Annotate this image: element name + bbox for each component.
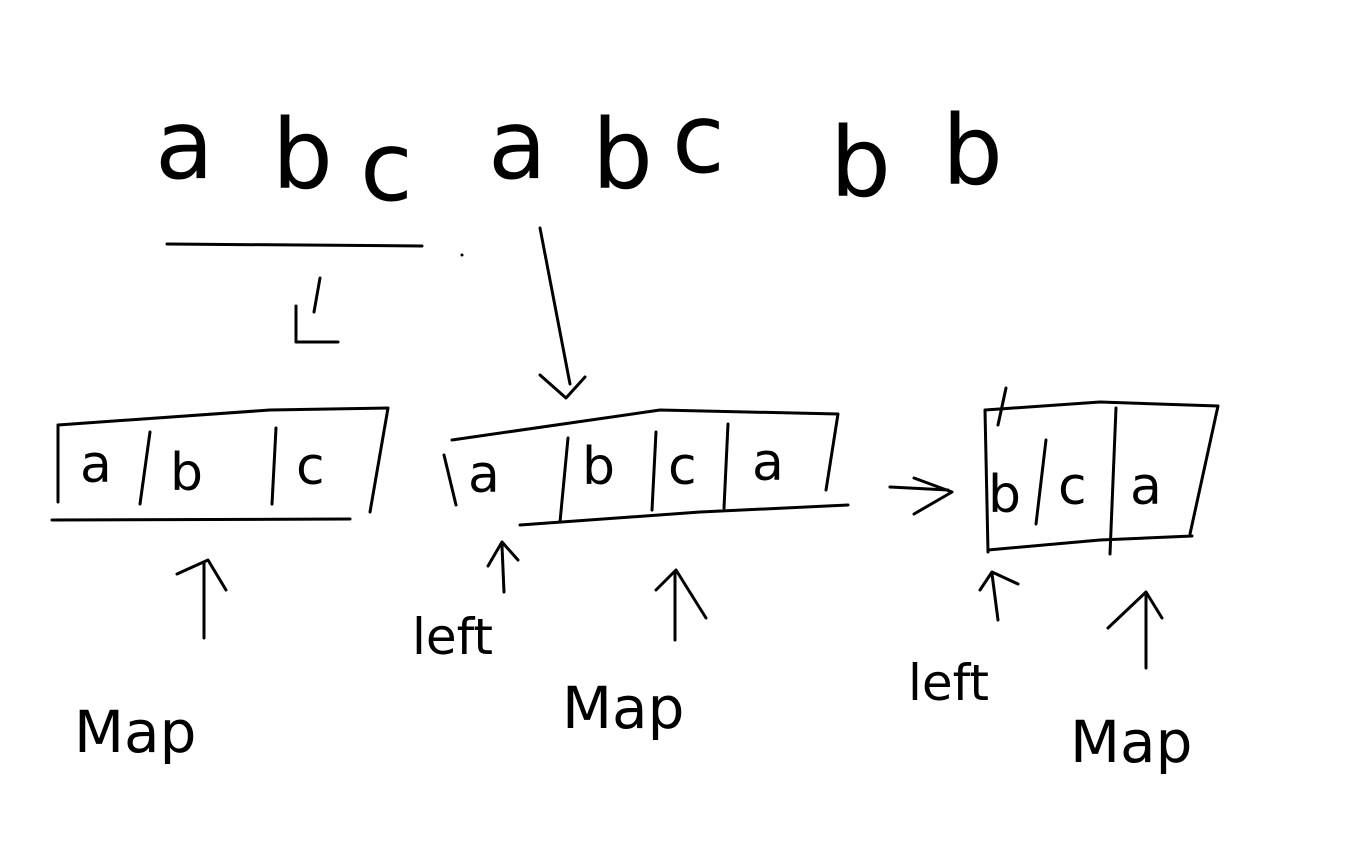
- window-2-box: [442, 408, 850, 527]
- stray-dot: [460, 253, 464, 257]
- window-3-map-label: Map: [1070, 708, 1192, 776]
- window-3-cell: a: [1130, 457, 1162, 517]
- window-2-map-label: Map: [562, 674, 684, 742]
- window-1-cell: a: [80, 435, 112, 495]
- window-2-cell: a: [752, 433, 784, 493]
- string-char: a: [155, 89, 214, 201]
- string-char: c: [672, 83, 725, 195]
- window-3-left-label: left: [908, 654, 989, 712]
- string-char: b: [830, 107, 891, 219]
- long-down-arrow-icon: [538, 226, 587, 400]
- window-2-left-label: left: [412, 608, 493, 666]
- window-3-map-arrow-icon: [1106, 590, 1164, 670]
- string-char: b: [942, 95, 1003, 207]
- input-string: a b c a b c b b: [155, 83, 1003, 223]
- window-3-cell: c: [1058, 457, 1087, 517]
- window-3-cell: b: [988, 465, 1021, 525]
- window-1-up-arrow-icon: [175, 558, 228, 640]
- window-1-cell: b: [170, 443, 203, 503]
- window-3-left-arrow-icon: [978, 570, 1020, 622]
- window-2-map-arrow-icon: [654, 568, 708, 642]
- transition-arrow-icon: [888, 476, 954, 516]
- window-2-cell: b: [582, 437, 615, 497]
- whiteboard-canvas: a b c a b c b b a b c Map a b c a left M…: [50, 83, 1220, 776]
- window-1-map-label: Map: [74, 698, 196, 766]
- string-char: a: [488, 89, 547, 201]
- window-2-cell: c: [668, 437, 697, 497]
- string-char: b: [272, 99, 333, 211]
- window-1-dividers: [138, 426, 278, 506]
- window-2-cell: a: [468, 445, 500, 505]
- window-1-cell: c: [296, 437, 325, 497]
- underline-first-window: [165, 242, 424, 248]
- string-char: c: [360, 111, 413, 223]
- window-2-left-arrow-icon: [486, 540, 520, 594]
- down-arrow-icon: [294, 276, 340, 344]
- window-1: a b c Map: [50, 406, 390, 766]
- string-char: b: [592, 99, 653, 211]
- window-3: b c a left Map: [908, 386, 1220, 776]
- window-2: a b c a left Map: [412, 408, 850, 742]
